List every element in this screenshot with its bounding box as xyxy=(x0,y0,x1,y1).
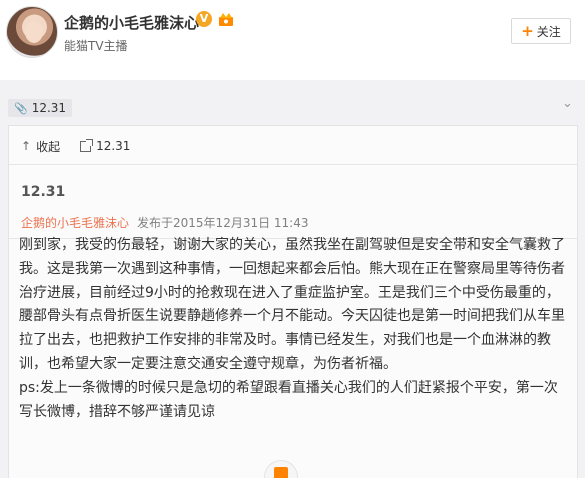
arrow-up-icon: ↑ xyxy=(21,139,32,153)
article-card: ↑ 收起 12.31 12.31 企鹅的小毛毛雅沫心 发布于2015年12月31… xyxy=(8,125,578,478)
article-body: 刚到家，我受的伤最轻，谢谢大家的关心，虽然我坐在副驾驶但是安全带和安全气囊救了我… xyxy=(19,234,567,424)
article-tag-label: 12.31 xyxy=(31,101,67,115)
follow-button[interactable]: + 关注 xyxy=(511,18,571,44)
open-article-label: 12.31 xyxy=(96,139,131,153)
follow-label: 关注 xyxy=(536,24,561,39)
chevron-down-icon[interactable]: ⌄ xyxy=(562,96,573,111)
open-article-link[interactable]: 12.31 xyxy=(80,138,131,153)
article-title[interactable]: 12.31 xyxy=(21,184,65,200)
article-author[interactable]: 企鹅的小毛毛雅沫心 xyxy=(21,214,129,231)
profile-header: 企鹅的小毛毛雅沫心 V 能猫TV主播 + 关注 xyxy=(0,0,585,80)
vip-badge-icon: V xyxy=(196,11,212,27)
article-paragraph: 刚到家，我受的伤最轻，谢谢大家的关心，虽然我坐在副驾驶但是安全带和安全气囊救了我… xyxy=(19,237,565,372)
avatar[interactable] xyxy=(6,6,58,58)
article-tag-row: 📎 12.31 xyxy=(8,98,73,118)
external-link-icon xyxy=(80,138,94,152)
paperclip-icon: 📎 xyxy=(14,101,28,115)
verified-reason: 能猫TV主播 xyxy=(64,39,128,53)
plus-icon: + xyxy=(521,21,534,40)
collapse-label: 收起 xyxy=(36,139,61,154)
card-toolbar: ↑ 收起 12.31 xyxy=(21,138,130,154)
divider xyxy=(9,164,577,165)
article-paragraph: ps:发上一条微博的时候只是急切的希望跟看直播关心我们的人们赶紧报个平安，第一次… xyxy=(19,379,558,420)
collapse-button[interactable]: ↑ 收起 xyxy=(21,138,60,155)
article-meta: 企鹅的小毛毛雅沫心 发布于2015年12月31日 11:43 xyxy=(21,214,309,231)
article-date: 发布于2015年12月31日 11:43 xyxy=(137,216,309,230)
article-tag[interactable]: 📎 12.31 xyxy=(8,99,73,117)
crown-icon xyxy=(219,13,233,26)
user-name[interactable]: 企鹅的小毛毛雅沫心 xyxy=(64,12,199,33)
